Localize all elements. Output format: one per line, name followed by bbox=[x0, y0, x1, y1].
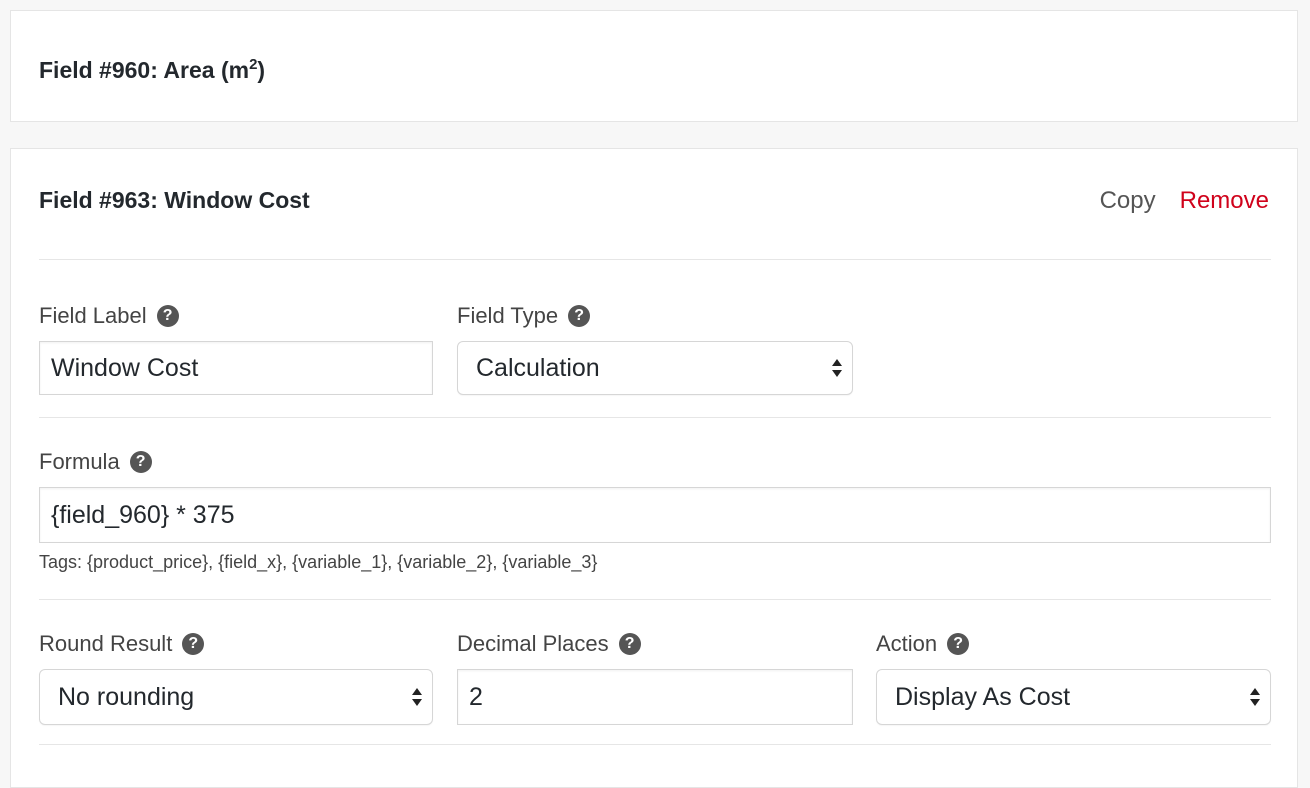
formula-label-text: Formula bbox=[39, 449, 120, 474]
help-icon[interactable]: ? bbox=[182, 633, 205, 655]
field-type-label-text: Field Type bbox=[457, 303, 559, 328]
decimal-places-input[interactable] bbox=[457, 669, 853, 725]
field-type-label: Field Type ? bbox=[457, 303, 591, 329]
round-result-label: Round Result ? bbox=[39, 631, 205, 657]
formula-tags-hint: Tags: {product_price}, {field_x}, {varia… bbox=[39, 552, 598, 572]
field-label-input[interactable] bbox=[39, 341, 433, 395]
help-icon[interactable]: ? bbox=[618, 633, 641, 655]
divider bbox=[39, 259, 1271, 260]
round-result-selected-value: No rounding bbox=[58, 682, 195, 711]
help-icon[interactable]: ? bbox=[156, 305, 179, 327]
round-result-select[interactable]: No rounding bbox=[39, 669, 433, 725]
divider bbox=[39, 744, 1271, 745]
field-type-select[interactable]: Calculation bbox=[457, 341, 853, 395]
field-960-title-suffix: ) bbox=[257, 57, 266, 83]
field-963-title[interactable]: Field #963: Window Cost bbox=[39, 187, 310, 214]
copy-field-link[interactable]: Copy bbox=[1100, 187, 1156, 214]
field-label-label: Field Label ? bbox=[39, 303, 179, 329]
help-icon[interactable]: ? bbox=[129, 451, 152, 473]
divider bbox=[39, 417, 1271, 418]
decimal-places-label-text: Decimal Places bbox=[457, 631, 609, 656]
action-select[interactable]: Display As Cost bbox=[876, 669, 1271, 725]
remove-field-link[interactable]: Remove bbox=[1180, 187, 1269, 214]
decimal-places-label: Decimal Places ? bbox=[457, 631, 641, 657]
divider bbox=[39, 599, 1271, 600]
field-actions: Copy Remove bbox=[1100, 187, 1269, 215]
select-updown-icon bbox=[1250, 687, 1260, 707]
formula-label: Formula ? bbox=[39, 449, 152, 475]
field-panel-963: Field #963: Window Cost Copy Remove Field… bbox=[10, 148, 1298, 788]
help-icon[interactable]: ? bbox=[568, 305, 591, 327]
action-label: Action ? bbox=[876, 631, 970, 657]
action-selected-value: Display As Cost bbox=[895, 682, 1071, 711]
round-result-label-text: Round Result bbox=[39, 631, 173, 656]
field-panel-960[interactable]: Field #960: Area (m2) bbox=[10, 10, 1298, 122]
action-label-text: Action bbox=[876, 631, 938, 656]
field-960-title-text: Field #960: Area (m bbox=[39, 57, 250, 83]
field-type-selected-value: Calculation bbox=[476, 353, 600, 382]
field-960-title[interactable]: Field #960: Area (m2) bbox=[39, 57, 265, 84]
help-icon[interactable]: ? bbox=[947, 633, 970, 655]
formula-input[interactable] bbox=[39, 487, 1271, 543]
select-updown-icon bbox=[412, 687, 422, 707]
select-updown-icon bbox=[832, 358, 842, 378]
field-label-label-text: Field Label bbox=[39, 303, 147, 328]
